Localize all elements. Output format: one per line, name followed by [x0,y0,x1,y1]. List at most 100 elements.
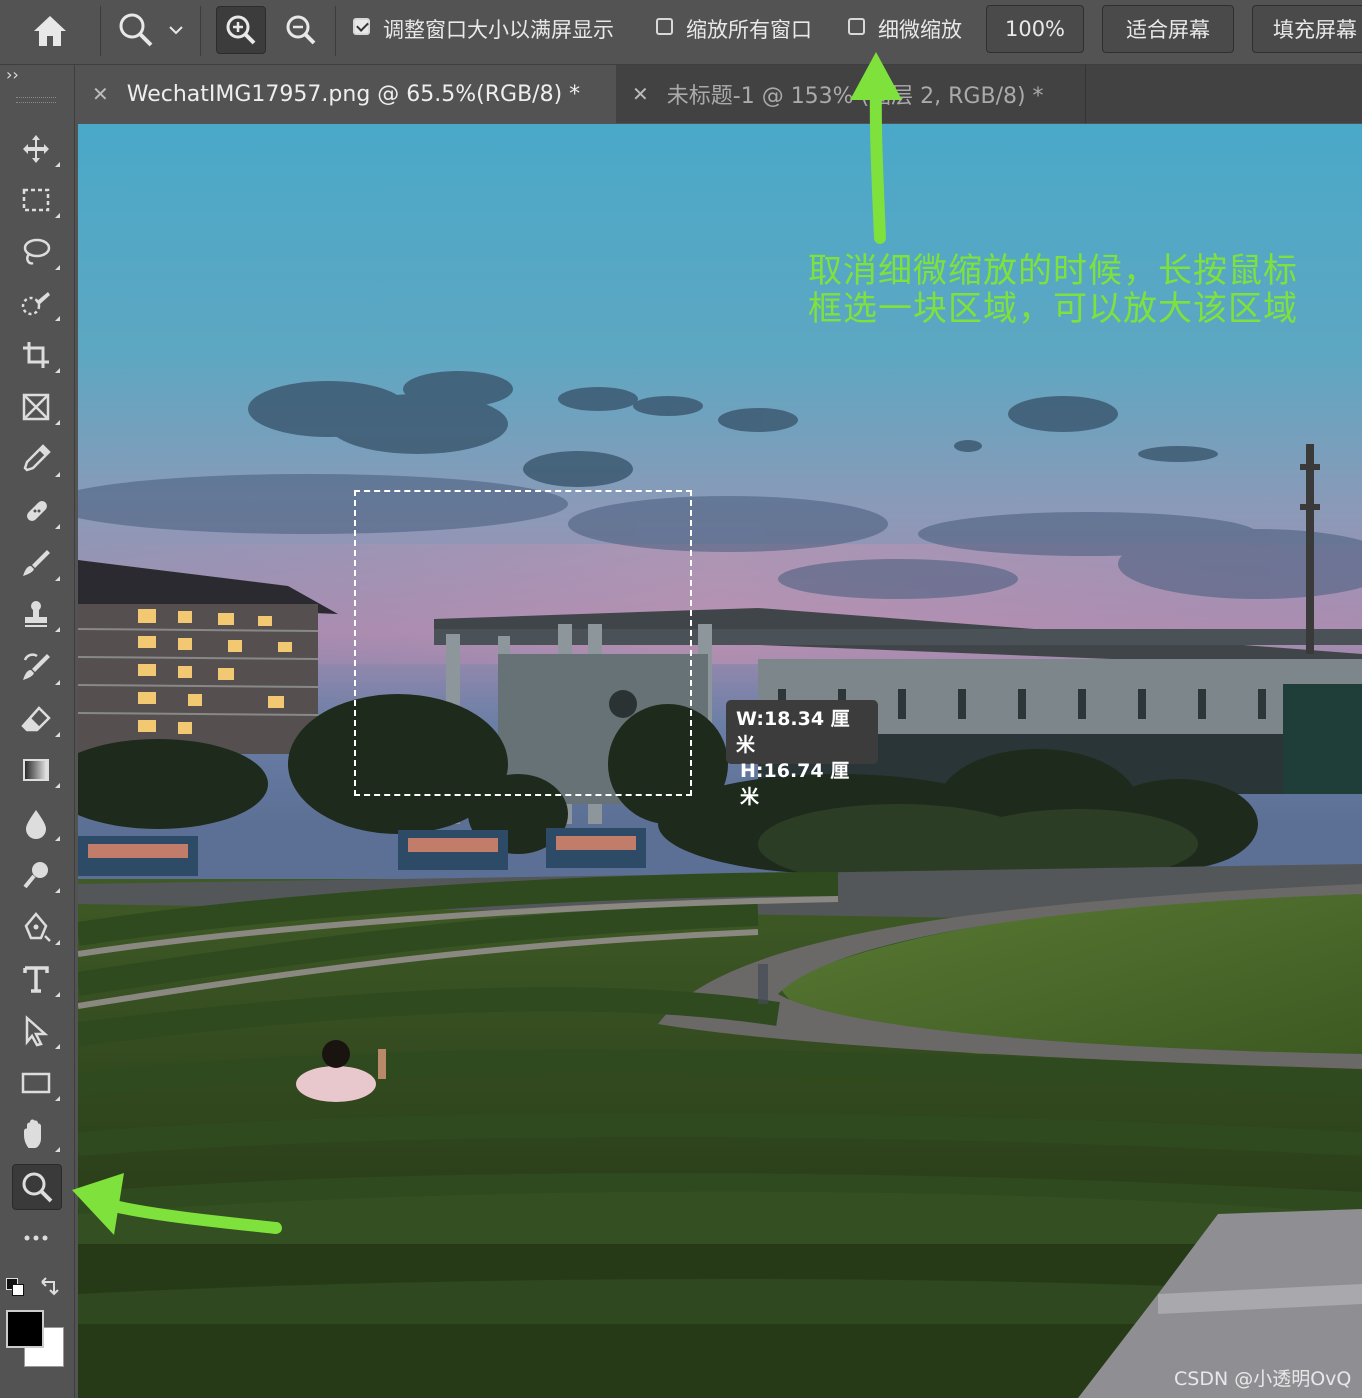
eyedropper-tool-icon [23,444,51,472]
healing-brush-tool-button[interactable] [12,489,60,533]
flyout-indicator [55,1147,60,1152]
brush-tool-icon [23,550,50,576]
flyout-indicator [55,1044,60,1049]
flyout-indicator [55,162,60,167]
zoom-100-button[interactable]: 100% [986,5,1084,53]
separator [335,6,336,56]
close-icon[interactable]: ✕ [92,82,109,106]
lasso-tool-button[interactable] [12,230,60,274]
eraser-tool-button[interactable] [12,697,60,741]
gradient-tool-icon [23,759,49,781]
crop-tool-button[interactable] [12,333,60,377]
zoom-tool-icon [119,13,153,47]
dodge-tool-icon [23,862,48,889]
zoom-all-windows-label[interactable]: 缩放所有窗口 [686,14,812,44]
flyout-indicator [55,1096,60,1101]
eraser-tool-icon [21,706,51,732]
zoom-all-windows-checkbox[interactable] [656,18,673,35]
flyout-indicator [55,420,60,425]
zoom-tool-button[interactable] [12,1164,62,1210]
type-tool-button[interactable] [12,957,60,1001]
flyout-indicator [55,472,60,477]
zoom-out-icon [286,15,316,45]
rectangle-tool-icon [21,1072,51,1094]
move-tool-button[interactable] [12,127,60,171]
watermark: CSDN @小透明OvQ [1174,1368,1352,1390]
flyout-indicator [55,783,60,788]
flyout-indicator [55,680,60,685]
options-bar: 调整窗口大小以满屏显示 缩放所有窗口 细微缩放 100% 适合屏幕 填充屏幕 [0,0,1362,65]
default-colors-icon[interactable] [6,1278,26,1298]
flyout-indicator [55,265,60,270]
flyout-indicator [55,940,60,945]
dodge-tool-button[interactable] [12,853,60,897]
gradient-tool-button[interactable] [12,748,60,792]
history-brush-tool-icon [23,653,50,680]
panel-collapse-toggle[interactable]: ›› [6,65,19,84]
annotation-line-1: 取消细微缩放的时候，长按鼠标 [808,251,1298,291]
scrubby-zoom-checkbox[interactable] [848,18,865,35]
path-select-tool-button[interactable] [12,1009,60,1053]
history-brush-tool-button[interactable] [12,645,60,689]
hand-tool-icon [24,1119,41,1148]
zoom-in-icon [226,15,256,45]
zoom-out-button[interactable] [276,6,326,54]
flyout-indicator [55,732,60,737]
fill-screen-button[interactable]: 填充屏幕 [1252,5,1362,53]
close-icon[interactable]: ✕ [632,82,649,106]
selection-height-readout: H:16.74 厘米 [740,760,850,808]
frame-tool-icon [22,393,50,421]
move-tool-icon [23,135,49,163]
flyout-indicator [55,836,60,841]
zoom-preset-picker[interactable] [116,10,192,52]
blur-tool-button[interactable] [12,801,60,845]
clone-stamp-tool-icon [25,601,47,627]
zoom-in-button[interactable] [216,6,266,54]
more-tools-icon [24,1235,48,1241]
hand-tool-button[interactable] [12,1112,60,1156]
zoom-selection-marquee [354,490,692,796]
pen-tool-icon [24,912,51,942]
flyout-indicator [55,368,60,373]
flyout-indicator [55,524,60,529]
foreground-color-swatch[interactable] [6,1310,44,1348]
swap-colors-icon[interactable] [38,1274,62,1302]
resize-windows-label[interactable]: 调整窗口大小以满屏显示 [383,14,614,44]
flyout-indicator [55,627,60,632]
home-icon [34,16,66,46]
scrubby-zoom-label[interactable]: 细微缩放 [878,14,962,44]
marquee-tool-button[interactable] [12,178,60,222]
more-tools-button[interactable] [12,1216,60,1260]
healing-brush-tool-icon [27,501,47,521]
brush-tool-button[interactable] [12,541,60,585]
document-tab-label: 未标题-1 @ 153% (图层 2, RGB/8) * [666,84,1044,109]
path-select-tool-icon [25,1015,49,1047]
zoom-tool-icon [22,1172,53,1203]
tools-panel: ›› [0,65,75,1398]
quick-select-tool-button[interactable] [12,281,60,325]
separator [200,6,201,56]
marquee-tool-icon [22,188,50,212]
frame-tool-button[interactable] [12,385,60,429]
flyout-indicator [55,316,60,321]
crop-tool-icon [23,342,49,368]
flyout-indicator [55,576,60,581]
flyout-indicator [55,213,60,218]
document-tab[interactable]: ✕ 未标题-1 @ 153% (图层 2, RGB/8) * [618,65,1086,123]
fit-screen-button[interactable]: 适合屏幕 [1102,5,1234,53]
chevron-down-icon [169,26,183,35]
pen-tool-button[interactable] [12,905,60,949]
document-canvas[interactable]: W:18.34 厘米 H:16.74 厘米 取消细微缩放的时候，长按鼠标 框选一… [78,124,1362,1398]
flyout-indicator [55,888,60,893]
type-tool-icon [23,966,49,993]
home-button[interactable] [30,12,74,52]
selection-size-tooltip: W:18.34 厘米 H:16.74 厘米 [726,700,878,808]
flyout-indicator [55,992,60,997]
document-tab-active[interactable]: ✕ WechatIMG17957.png @ 65.5%(RGB/8) * [78,65,616,123]
resize-windows-checkbox[interactable] [353,18,370,35]
rectangle-tool-button[interactable] [12,1061,60,1105]
separator [100,6,101,56]
panel-grip[interactable] [16,97,56,103]
eyedropper-tool-button[interactable] [12,437,60,481]
clone-stamp-tool-button[interactable] [12,592,60,636]
